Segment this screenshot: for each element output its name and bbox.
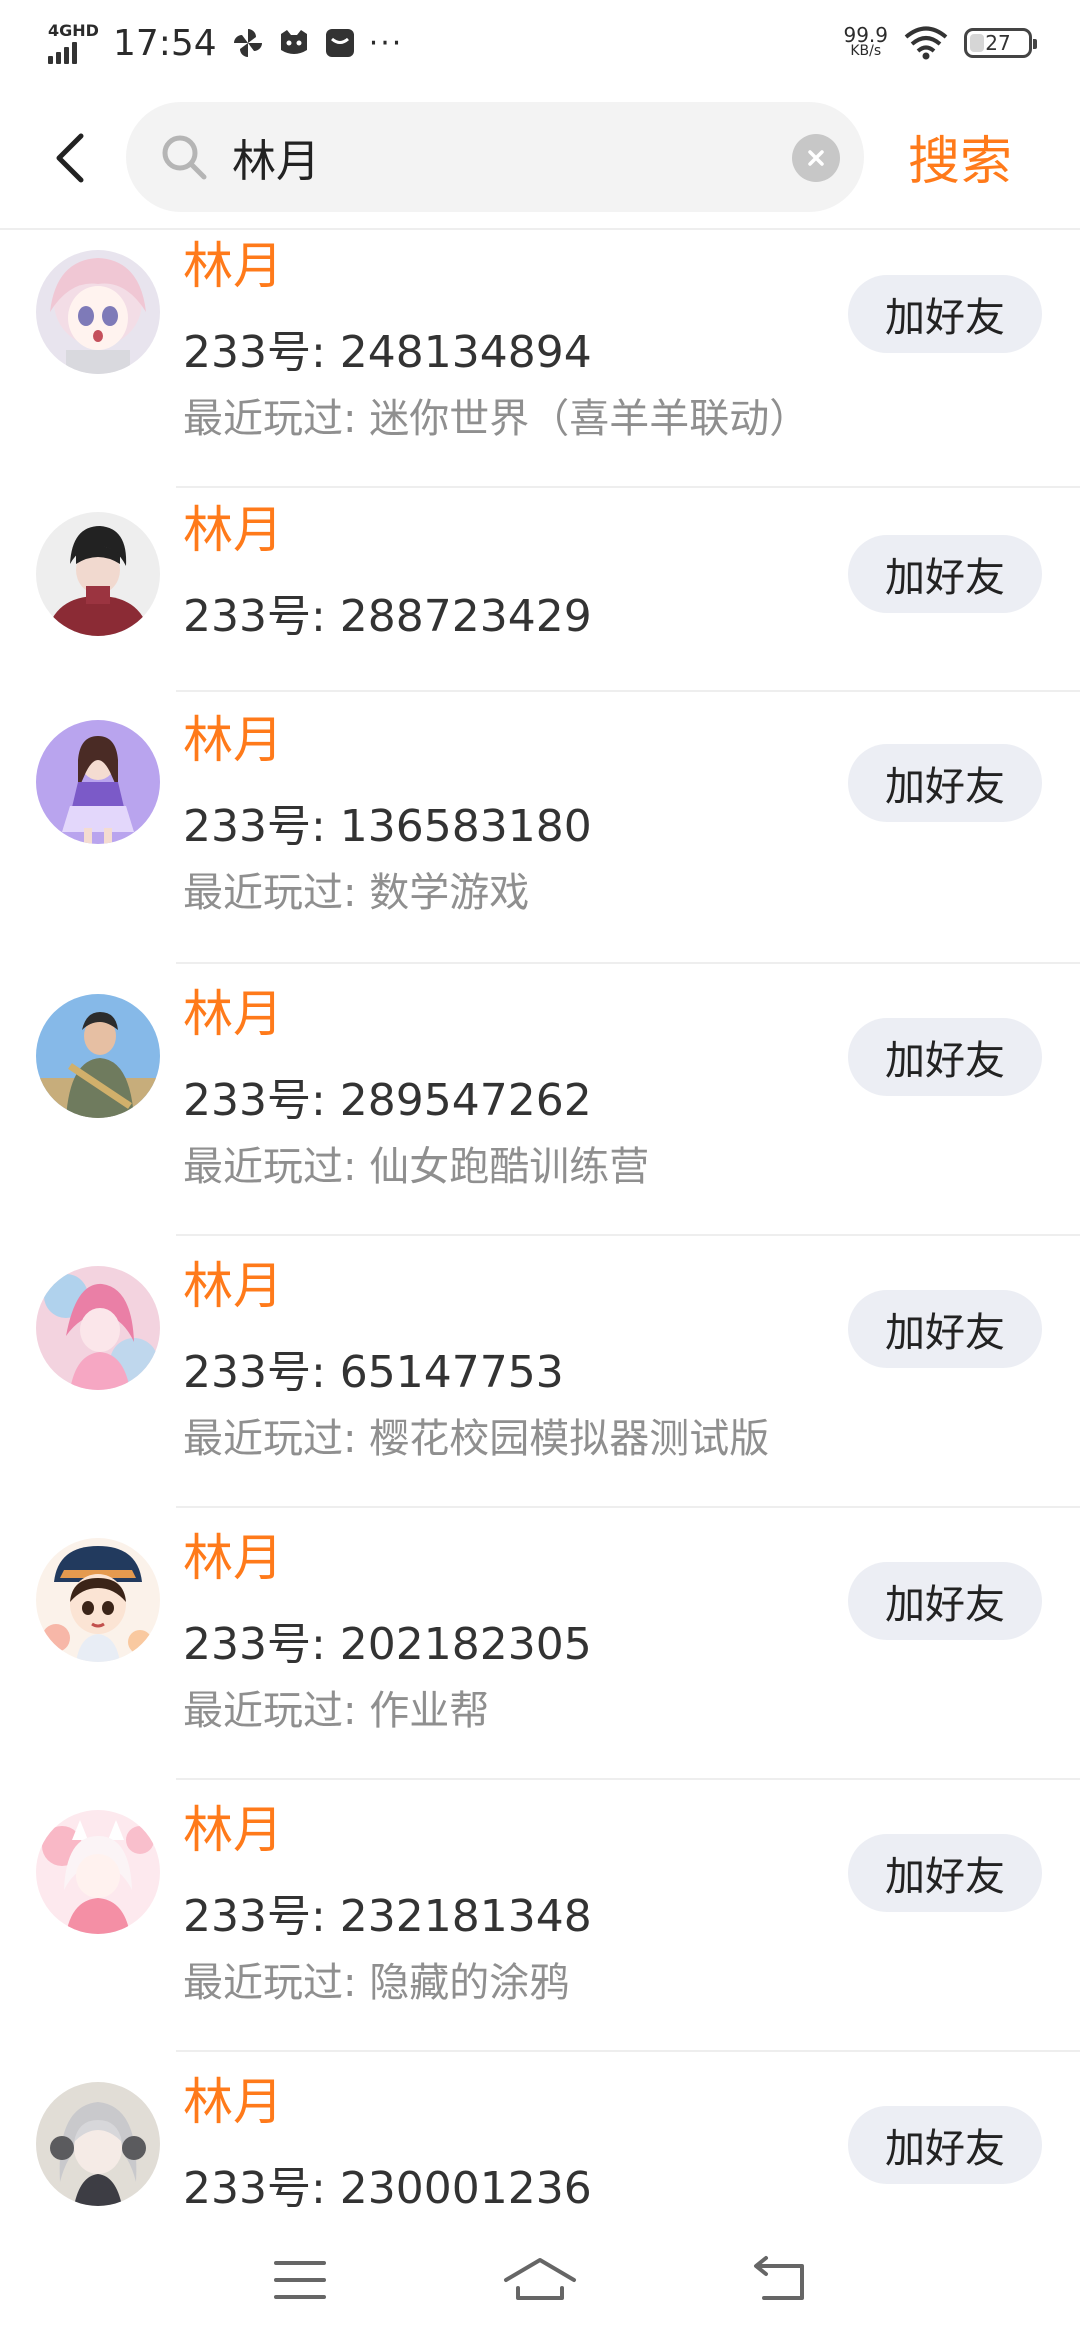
- list-item[interactable]: 林月 233号: 230001236 加好友: [0, 2052, 1080, 2220]
- avatar[interactable]: [36, 1810, 160, 1934]
- network-type: 4GHD: [48, 20, 99, 40]
- network-speed: 99.9 KB/s: [843, 23, 888, 59]
- menu-icon: [274, 2261, 326, 2299]
- avatar[interactable]: [36, 2082, 160, 2206]
- recently-played: 最近玩过: 数学游戏: [183, 870, 530, 916]
- user-id: 233号: 65147753: [183, 1347, 564, 1398]
- chevron-left-icon: [56, 133, 84, 183]
- search-button[interactable]: 搜索: [908, 106, 1012, 206]
- user-name: 林月: [183, 711, 283, 769]
- pinwheel-icon: [233, 29, 262, 57]
- user-id: 233号: 136583180: [183, 801, 592, 852]
- menu-button[interactable]: [255, 2245, 345, 2315]
- battery-level: 27: [985, 31, 1011, 55]
- user-id: 233号: 288723429: [183, 591, 592, 642]
- avatar[interactable]: [36, 720, 160, 844]
- close-icon: [808, 150, 824, 166]
- add-friend-button[interactable]: 加好友: [848, 744, 1042, 822]
- list-item[interactable]: 林月 233号: 288723429 加好友: [0, 488, 1080, 692]
- list-item[interactable]: 林月 233号: 65147753 最近玩过: 樱花校园模拟器测试版 加好友: [0, 1236, 1080, 1508]
- recently-played: 最近玩过: 作业帮: [183, 1688, 490, 1734]
- add-friend-button[interactable]: 加好友: [848, 1018, 1042, 1096]
- avatar[interactable]: [36, 1266, 160, 1390]
- add-friend-button[interactable]: 加好友: [848, 275, 1042, 353]
- add-friend-button[interactable]: 加好友: [848, 1834, 1042, 1912]
- clear-search-button[interactable]: [792, 134, 840, 182]
- signal-bars-icon: [48, 41, 77, 64]
- add-friend-button[interactable]: 加好友: [848, 1290, 1042, 1368]
- search-input[interactable]: 林月: [126, 102, 864, 212]
- user-id: 233号: 202182305: [183, 1619, 592, 1670]
- status-bar: 4GHD 17:54 ··· 99.9 KB/s 27: [0, 0, 1080, 86]
- add-friend-button[interactable]: 加好友: [848, 1562, 1042, 1640]
- avatar[interactable]: [36, 994, 160, 1118]
- battery-icon: 27: [964, 28, 1037, 58]
- avatar[interactable]: [36, 512, 160, 636]
- avatar[interactable]: [36, 1538, 160, 1662]
- user-id: 233号: 289547262: [183, 1075, 592, 1126]
- recently-played: 最近玩过: 樱花校园模拟器测试版: [183, 1416, 770, 1462]
- recently-played: 最近玩过: 仙女跑酷训练营: [183, 1144, 650, 1190]
- wifi-icon: [904, 26, 948, 60]
- user-name: 林月: [183, 985, 283, 1043]
- system-nav-bar: [0, 2220, 1080, 2340]
- message-box-icon: [325, 29, 354, 57]
- back-button[interactable]: [40, 120, 100, 196]
- search-header: 林月 搜索: [0, 86, 1080, 230]
- user-id: 233号: 248134894: [183, 327, 592, 378]
- user-name: 林月: [183, 1257, 283, 1315]
- notification-icons: ···: [231, 26, 404, 61]
- clock: 17:54: [112, 22, 217, 64]
- recently-played: 最近玩过: 隐藏的涂鸦: [183, 1960, 570, 2006]
- cat-face-icon: [280, 30, 307, 54]
- user-id: 233号: 230001236: [183, 2163, 592, 2214]
- list-item[interactable]: 林月 233号: 202182305 最近玩过: 作业帮 加好友: [0, 1508, 1080, 1780]
- signal-indicator: 4GHD: [48, 20, 99, 64]
- search-icon: [162, 135, 207, 180]
- list-item[interactable]: 林月 233号: 289547262 最近玩过: 仙女跑酷训练营 加好友: [0, 964, 1080, 1236]
- user-name: 林月: [183, 1529, 283, 1587]
- user-id: 233号: 232181348: [183, 1891, 592, 1942]
- more-notifications-icon: ···: [368, 25, 404, 61]
- add-friend-button[interactable]: 加好友: [848, 535, 1042, 613]
- add-friend-button[interactable]: 加好友: [848, 2106, 1042, 2184]
- user-name: 林月: [183, 501, 283, 559]
- user-name: 林月: [183, 237, 283, 295]
- list-item[interactable]: 林月 233号: 136583180 最近玩过: 数学游戏 加好友: [0, 692, 1080, 964]
- home-button[interactable]: [495, 2245, 585, 2315]
- recently-played: 最近玩过: 迷你世界（喜羊羊联动）: [183, 396, 810, 442]
- back-nav-button[interactable]: [735, 2245, 825, 2315]
- user-name: 林月: [183, 2073, 283, 2131]
- avatar[interactable]: [36, 250, 160, 374]
- search-query-text[interactable]: 林月: [232, 125, 320, 189]
- list-item[interactable]: 林月 233号: 248134894 最近玩过: 迷你世界（喜羊羊联动） 加好友: [0, 230, 1080, 488]
- user-name: 林月: [183, 1801, 283, 1859]
- list-item[interactable]: 林月 233号: 232181348 最近玩过: 隐藏的涂鸦 加好友: [0, 1780, 1080, 2052]
- home-icon: [504, 2258, 576, 2300]
- back-icon: [754, 2256, 804, 2300]
